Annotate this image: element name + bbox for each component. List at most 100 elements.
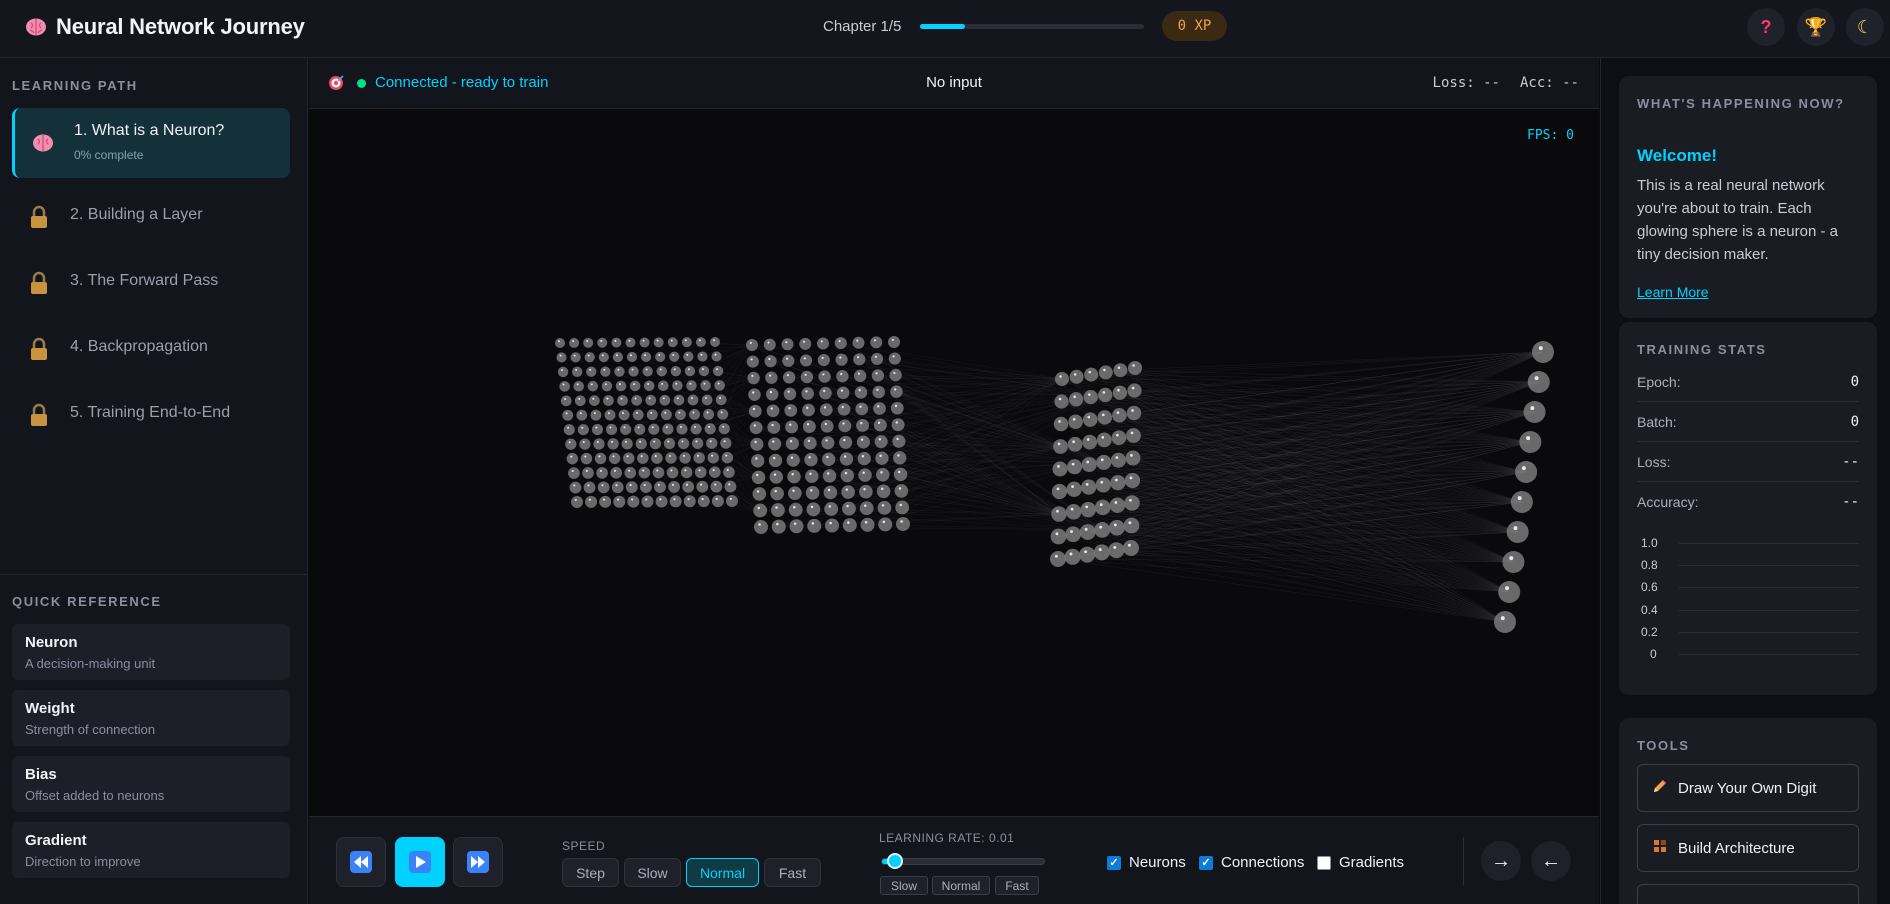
tools-card: TOOLS Draw Your Own Digit Build Architec… xyxy=(1619,718,1877,904)
lesson-item-3[interactable]: 3. The Forward Pass xyxy=(12,248,290,318)
lesson-item-2[interactable]: 2. Building a Layer xyxy=(12,182,290,252)
neuron xyxy=(752,487,767,501)
lr-fast-button[interactable]: Fast xyxy=(995,876,1039,895)
neuron xyxy=(1527,371,1550,393)
neuron xyxy=(599,495,612,508)
neuron xyxy=(556,352,567,363)
neuron xyxy=(873,418,887,432)
neuron xyxy=(721,451,734,464)
neuron xyxy=(679,452,691,464)
neuron xyxy=(583,481,596,494)
neuron xyxy=(704,423,716,435)
checkbox-checked[interactable]: ✓ xyxy=(1199,855,1213,870)
lesson-item-5[interactable]: 5. Training End-to-End xyxy=(12,380,290,450)
toggle-gradients[interactable]: Gradients xyxy=(1317,854,1404,871)
fast-forward-button[interactable] xyxy=(453,837,503,887)
neuron xyxy=(625,481,638,494)
achievements-button[interactable]: 🏆 xyxy=(1797,8,1835,46)
neuron xyxy=(807,518,822,533)
neuron xyxy=(1127,383,1142,398)
speed-slow-button[interactable]: Slow xyxy=(624,858,681,887)
neuron xyxy=(1067,436,1083,452)
neuron xyxy=(604,409,616,421)
neuron xyxy=(875,451,889,465)
neuron xyxy=(1126,405,1142,421)
neuron xyxy=(1108,542,1125,559)
toggle-neurons[interactable]: ✓ Neurons xyxy=(1107,854,1186,871)
neuron xyxy=(856,435,870,449)
playback-controls: SPEED Step Slow Normal Fast LEARNING RAT… xyxy=(309,816,1599,904)
toggle-connections[interactable]: ✓ Connections xyxy=(1199,854,1304,871)
next-button[interactable]: → xyxy=(1481,841,1521,881)
neuron xyxy=(1067,459,1083,475)
neuron xyxy=(891,418,905,432)
neuron xyxy=(660,409,672,421)
neuron xyxy=(1124,472,1141,489)
previous-button[interactable]: ← xyxy=(1531,841,1571,881)
neuron xyxy=(853,353,866,366)
learn-more-link[interactable]: Learn More xyxy=(1637,284,1709,300)
neuron xyxy=(1095,499,1111,516)
draw-digit-button[interactable]: Draw Your Own Digit xyxy=(1637,764,1859,812)
tool-button-partial[interactable] xyxy=(1637,884,1859,904)
connection-line xyxy=(564,344,753,387)
learning-rate-slider[interactable] xyxy=(881,858,1045,865)
neuron xyxy=(1515,461,1538,483)
neuron xyxy=(628,366,639,377)
whats-happening-card: WHAT'S HAPPENING NOW? Welcome! This is a… xyxy=(1619,76,1877,318)
training-stats-card: TRAINING STATS Epoch: 0 Batch: 0 Loss: -… xyxy=(1619,322,1877,695)
neuron xyxy=(683,351,694,362)
neuron xyxy=(697,351,708,362)
lr-slow-button[interactable]: Slow xyxy=(880,876,928,895)
neuron xyxy=(820,419,834,433)
lock-icon xyxy=(28,271,52,295)
neuron xyxy=(597,481,610,494)
chart-gridline xyxy=(1679,610,1859,611)
neuron xyxy=(576,409,588,421)
checkbox-checked[interactable]: ✓ xyxy=(1107,855,1121,870)
lesson-item-4[interactable]: 4. Backpropagation xyxy=(12,314,290,384)
neuron xyxy=(806,502,821,517)
rewind-button[interactable] xyxy=(336,837,386,887)
lr-normal-button[interactable]: Normal xyxy=(932,876,990,895)
theme-toggle-button[interactable]: ☾ xyxy=(1846,8,1884,46)
speed-step-button[interactable]: Step xyxy=(562,858,619,887)
neuron xyxy=(642,366,653,377)
neuron xyxy=(684,365,696,377)
neuron xyxy=(651,452,663,464)
neuron xyxy=(582,467,594,479)
chart-gridline xyxy=(1679,654,1859,655)
neuron xyxy=(606,423,618,436)
brand[interactable]: Neural Network Journey xyxy=(24,14,305,40)
neuron xyxy=(586,366,597,377)
neuron xyxy=(694,466,707,479)
neuron xyxy=(771,503,785,517)
neuron xyxy=(667,337,678,348)
neuron xyxy=(1050,528,1067,545)
neuron xyxy=(589,395,600,406)
neuron xyxy=(623,452,635,465)
neuron xyxy=(801,387,814,400)
speed-normal-button[interactable]: Normal xyxy=(686,858,759,887)
neuron xyxy=(573,381,584,392)
checkbox-unchecked[interactable] xyxy=(1317,855,1331,870)
neuron xyxy=(763,338,776,351)
neuron xyxy=(652,466,665,479)
play-button[interactable] xyxy=(395,837,445,887)
neuron xyxy=(580,452,593,465)
build-architecture-button[interactable]: Build Architecture xyxy=(1637,824,1859,872)
neuron xyxy=(1098,365,1113,380)
neuron xyxy=(819,403,833,417)
neuron xyxy=(603,395,614,406)
neuron xyxy=(715,394,727,406)
neuron xyxy=(1494,611,1516,633)
lesson-item-1[interactable]: 1. What is a Neuron? 0% complete xyxy=(12,108,290,178)
main-visualization-area: Connected - ready to train No input Loss… xyxy=(309,58,1599,904)
help-button[interactable]: ? xyxy=(1747,8,1785,46)
neuron xyxy=(1110,475,1126,491)
speed-fast-button[interactable]: Fast xyxy=(764,858,821,887)
learning-rate-thumb[interactable] xyxy=(887,853,903,869)
neuron xyxy=(615,380,627,392)
network-3d-canvas[interactable] xyxy=(309,110,1599,816)
tools-title: TOOLS xyxy=(1637,738,1690,753)
